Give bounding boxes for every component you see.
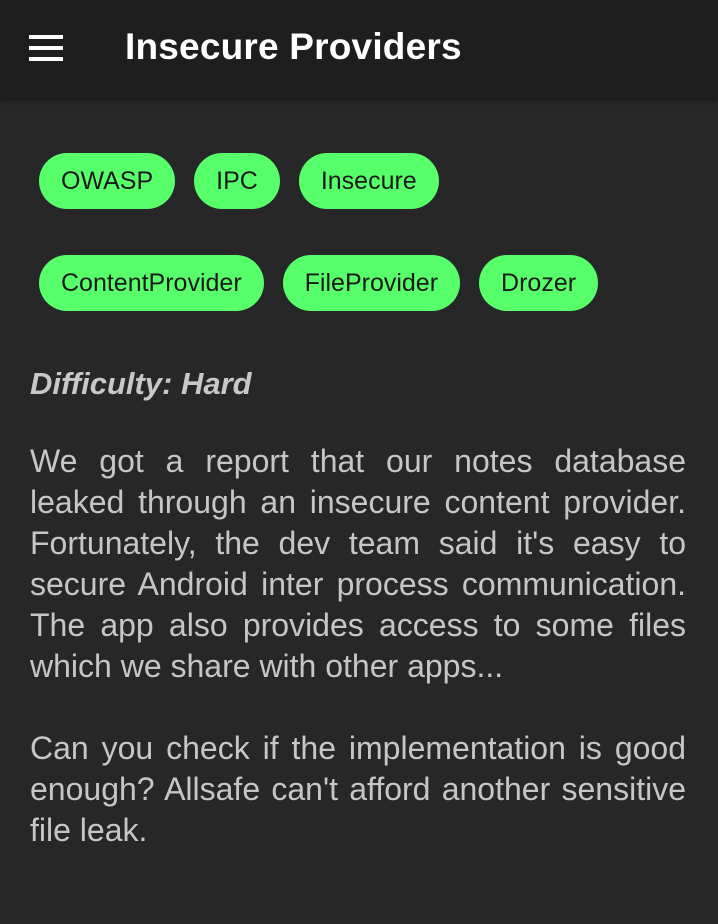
- description-paragraph-2: Can you check if the implementation is g…: [30, 730, 686, 848]
- tag-chip-contentprovider[interactable]: ContentProvider: [39, 255, 264, 311]
- tag-chip-insecure[interactable]: Insecure: [298, 153, 439, 209]
- description-paragraph-1: We got a report that our notes database …: [30, 443, 686, 684]
- tag-row-1: OWASP IPC Insecure: [39, 153, 439, 209]
- difficulty-label: Difficulty: Hard: [30, 366, 252, 401]
- tag-row-2: ContentProvider FileProvider Drozer: [39, 255, 599, 311]
- tag-chip-drozer[interactable]: Drozer: [479, 255, 599, 311]
- menu-button[interactable]: [20, 24, 72, 72]
- tag-chip-ipc[interactable]: IPC: [194, 153, 280, 209]
- app-bar: Insecure Providers: [0, 0, 718, 98]
- hamburger-menu-icon: [29, 35, 63, 61]
- tag-chip-fileprovider[interactable]: FileProvider: [282, 255, 461, 311]
- challenge-description: We got a report that our notes database …: [30, 441, 686, 851]
- tag-chip-owasp[interactable]: OWASP: [39, 153, 176, 209]
- page-title: Insecure Providers: [125, 26, 462, 67]
